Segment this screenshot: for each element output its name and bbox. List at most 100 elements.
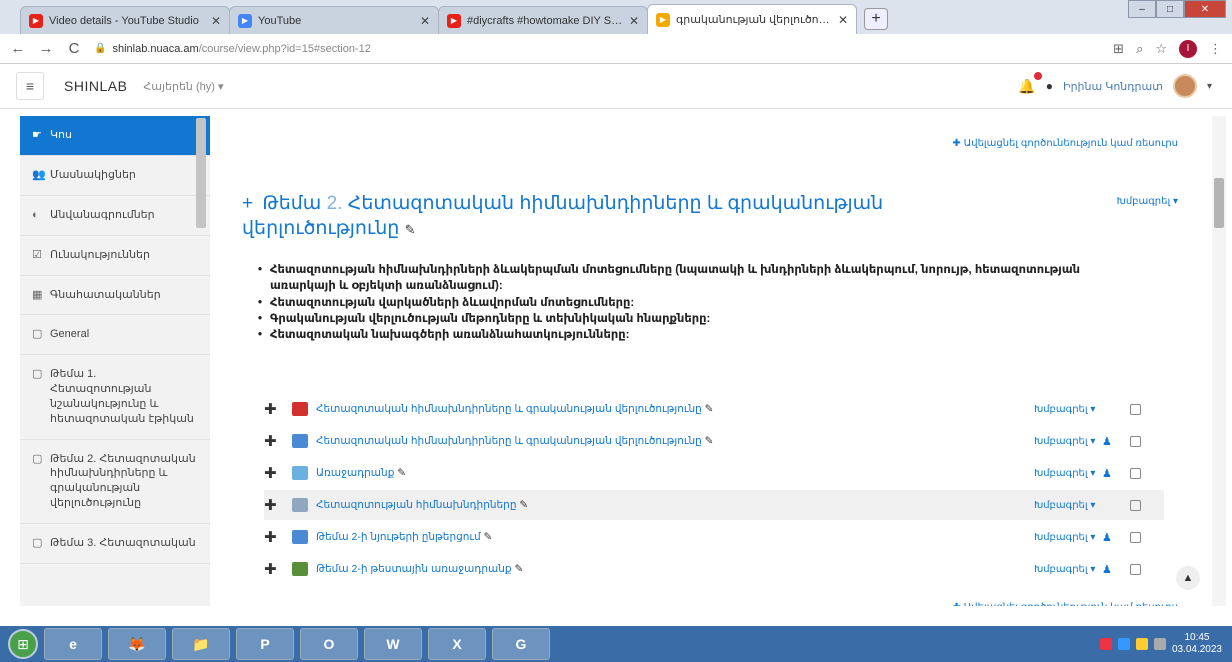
forward-icon[interactable]: →: [38, 40, 54, 57]
section-edit-menu[interactable]: Խմբագրել ▾: [1117, 196, 1178, 207]
activity-edit-menu[interactable]: Խմբագրել ▾: [1034, 532, 1095, 543]
url-path: /course/view.php?id=15#section-12: [198, 42, 371, 55]
hamburger-menu-icon[interactable]: ≡: [16, 72, 44, 100]
maximize-button[interactable]: □: [1156, 0, 1184, 18]
activity-edit-menu[interactable]: Խմբագրել ▾: [1034, 564, 1095, 575]
activity-row[interactable]: ✚ Թեմա 2-ի նյութերի ընթերցում ✎ Խմբագրել ▾…: [264, 522, 1164, 552]
completion-checkbox[interactable]: [1130, 531, 1141, 543]
edit-name-pencil-icon[interactable]: ✎: [512, 563, 523, 575]
notifications-bell-icon[interactable]: 🔔: [1018, 71, 1042, 95]
url-field[interactable]: 🔒 shinlab.nuaca.am/course/view.php?id=15…: [94, 43, 1101, 55]
section-expand-icon[interactable]: +: [242, 193, 253, 214]
move-handle-icon[interactable]: ✚: [264, 400, 284, 418]
reload-icon[interactable]: C: [66, 40, 82, 57]
sidebar-item[interactable]: ▢ Թեմա 1. Հետազոտության նշանակությունը և …: [20, 355, 210, 440]
edit-name-pencil-icon[interactable]: ✎: [702, 435, 714, 447]
new-tab-button[interactable]: +: [864, 8, 888, 30]
activity-edit-menu[interactable]: Խմբագրել ▾: [1034, 500, 1095, 511]
tray-icon[interactable]: [1117, 638, 1130, 650]
badge-icon: ◐: [32, 208, 39, 221]
taskbar-app-button[interactable]: 📁: [172, 628, 230, 660]
taskbar-app-button[interactable]: P: [236, 628, 294, 660]
edit-name-pencil-icon[interactable]: ✎: [394, 467, 406, 479]
tab-close-icon[interactable]: ✕: [629, 14, 639, 28]
start-button[interactable]: ⊞: [8, 629, 38, 659]
tab-close-icon[interactable]: ✕: [211, 14, 221, 28]
completion-checkbox[interactable]: [1130, 403, 1141, 415]
browser-tab[interactable]: ▶ #diycrafts #howtomake DIY SCU ✕: [438, 6, 648, 34]
assign-roles-icon[interactable]: ♟: [1102, 563, 1112, 576]
move-handle-icon[interactable]: ✚: [264, 432, 284, 450]
taskbar-app-button[interactable]: W: [364, 628, 422, 660]
assign-roles-icon[interactable]: ♟: [1102, 435, 1112, 448]
sidebar-item[interactable]: ☑ Ունակություններ: [20, 236, 210, 276]
activity-row[interactable]: ✚ Առաջադրանք ✎ Խմբագրել ▾ ♟: [264, 458, 1164, 488]
sidebar-item[interactable]: ▢ General: [20, 315, 210, 356]
browser-tab[interactable]: ▶ YouTube ✕: [229, 6, 439, 34]
page-scrollbar-thumb[interactable]: [1214, 178, 1224, 228]
zoom-icon[interactable]: ⌕: [1136, 41, 1143, 57]
taskbar-app-button[interactable]: 🦊: [108, 628, 166, 660]
completion-checkbox[interactable]: [1130, 563, 1141, 575]
windows-taskbar: ⊞ e 🦊 📁 P O W X G 10:45 03.04.2023: [0, 626, 1232, 662]
volume-icon[interactable]: [1153, 638, 1166, 650]
edit-name-pencil-icon[interactable]: ✎: [516, 499, 528, 511]
activity-row[interactable]: ✚ Հետազոտության հիմնախնդիրները ✎ Խմբագրել …: [264, 490, 1164, 520]
sidebar-item[interactable]: ☛ Կոս: [20, 116, 210, 156]
messages-icon[interactable]: ●: [1046, 79, 1053, 93]
back-icon[interactable]: ←: [10, 40, 26, 57]
taskbar-app-button[interactable]: e: [44, 628, 102, 660]
translate-icon[interactable]: ⊞: [1113, 41, 1124, 57]
activity-edit-menu[interactable]: Խմբագրել ▾: [1034, 404, 1095, 415]
browser-tab[interactable]: ▶ Video details - YouTube Studio ✕: [20, 6, 230, 34]
tray-icon[interactable]: [1135, 638, 1148, 650]
completion-checkbox[interactable]: [1130, 467, 1141, 479]
edit-name-pencil-icon[interactable]: ✎: [702, 403, 714, 415]
course-content: ✚ Ավելացնել գործունեություն կամ ռեսուրս …: [220, 116, 1200, 606]
back-to-top-icon[interactable]: ▲: [1176, 566, 1200, 590]
system-clock[interactable]: 10:45 03.04.2023: [1172, 632, 1222, 656]
completion-checkbox[interactable]: [1130, 499, 1141, 511]
site-brand[interactable]: SHINLAB: [64, 78, 127, 94]
add-activity-link-bottom[interactable]: ✚ Ավելացնել գործունեություն կամ ռեսուրս: [952, 602, 1178, 606]
sidebar-scrollbar[interactable]: [196, 118, 206, 228]
taskbar-app-button[interactable]: X: [428, 628, 486, 660]
language-menu[interactable]: Հայերեն (hy) ▾: [143, 80, 223, 93]
sidebar-item[interactable]: ▦ Գնահատականներ: [20, 276, 210, 316]
completion-checkbox[interactable]: [1130, 435, 1141, 447]
sidebar-item-label: Անվանագրումներ: [50, 208, 155, 221]
tab-close-icon[interactable]: ✕: [838, 13, 848, 27]
activity-edit-menu[interactable]: Խմբագրել ▾: [1034, 468, 1095, 479]
activity-row[interactable]: ✚ Հետազոտական հիմնախնդիրները և գրականությ…: [264, 394, 1164, 424]
minimize-button[interactable]: –: [1128, 0, 1156, 18]
activity-edit-menu[interactable]: Խմբագրել ▾: [1034, 436, 1095, 447]
browser-tab[interactable]: ▶ գրականության վերլուծություն ✕: [647, 4, 857, 34]
sidebar-item[interactable]: ◐ Անվանագրումներ: [20, 196, 210, 236]
move-handle-icon[interactable]: ✚: [264, 496, 284, 514]
edit-title-pencil-icon[interactable]: ✎: [405, 222, 416, 237]
activity-row[interactable]: ✚ Թեմա 2-ի թեստային առաջադրանք ✎ Խմբագրել …: [264, 554, 1164, 584]
move-handle-icon[interactable]: ✚: [264, 560, 284, 578]
user-avatar[interactable]: [1172, 74, 1197, 98]
sidebar-item[interactable]: ▢ Թեմա 3. Հետազոտական: [20, 524, 210, 564]
menu-kebab-icon[interactable]: ⋮: [1209, 41, 1222, 57]
user-name[interactable]: Իրինա Կոնդրատ: [1063, 80, 1163, 93]
tray-icon[interactable]: [1099, 638, 1112, 650]
close-window-button[interactable]: ✕: [1184, 0, 1226, 18]
sidebar-item[interactable]: ▢ Թեմա 2. Հետազոտական հիմնախնդիրները և գր…: [20, 440, 210, 524]
user-menu-chevron-icon[interactable]: ▾: [1207, 81, 1212, 92]
bookmark-star-icon[interactable]: ☆: [1155, 41, 1167, 57]
folder-icon: ▢: [32, 328, 43, 341]
move-handle-icon[interactable]: ✚: [264, 464, 284, 482]
sidebar-item[interactable]: 👥 Մասնակիցներ: [20, 156, 210, 196]
taskbar-app-button[interactable]: G: [492, 628, 550, 660]
profile-avatar[interactable]: I: [1179, 39, 1197, 58]
tab-close-icon[interactable]: ✕: [420, 14, 430, 28]
assign-roles-icon[interactable]: ♟: [1102, 531, 1112, 544]
add-activity-link-top[interactable]: ✚ Ավելացնել գործունեություն կամ ռեսուրս: [952, 138, 1178, 149]
activity-row[interactable]: ✚ Հետազոտական հիմնախնդիրները և գրականությ…: [264, 426, 1164, 456]
move-handle-icon[interactable]: ✚: [264, 528, 284, 546]
edit-name-pencil-icon[interactable]: ✎: [481, 531, 493, 543]
taskbar-app-button[interactable]: O: [300, 628, 358, 660]
assign-roles-icon[interactable]: ♟: [1102, 467, 1112, 480]
